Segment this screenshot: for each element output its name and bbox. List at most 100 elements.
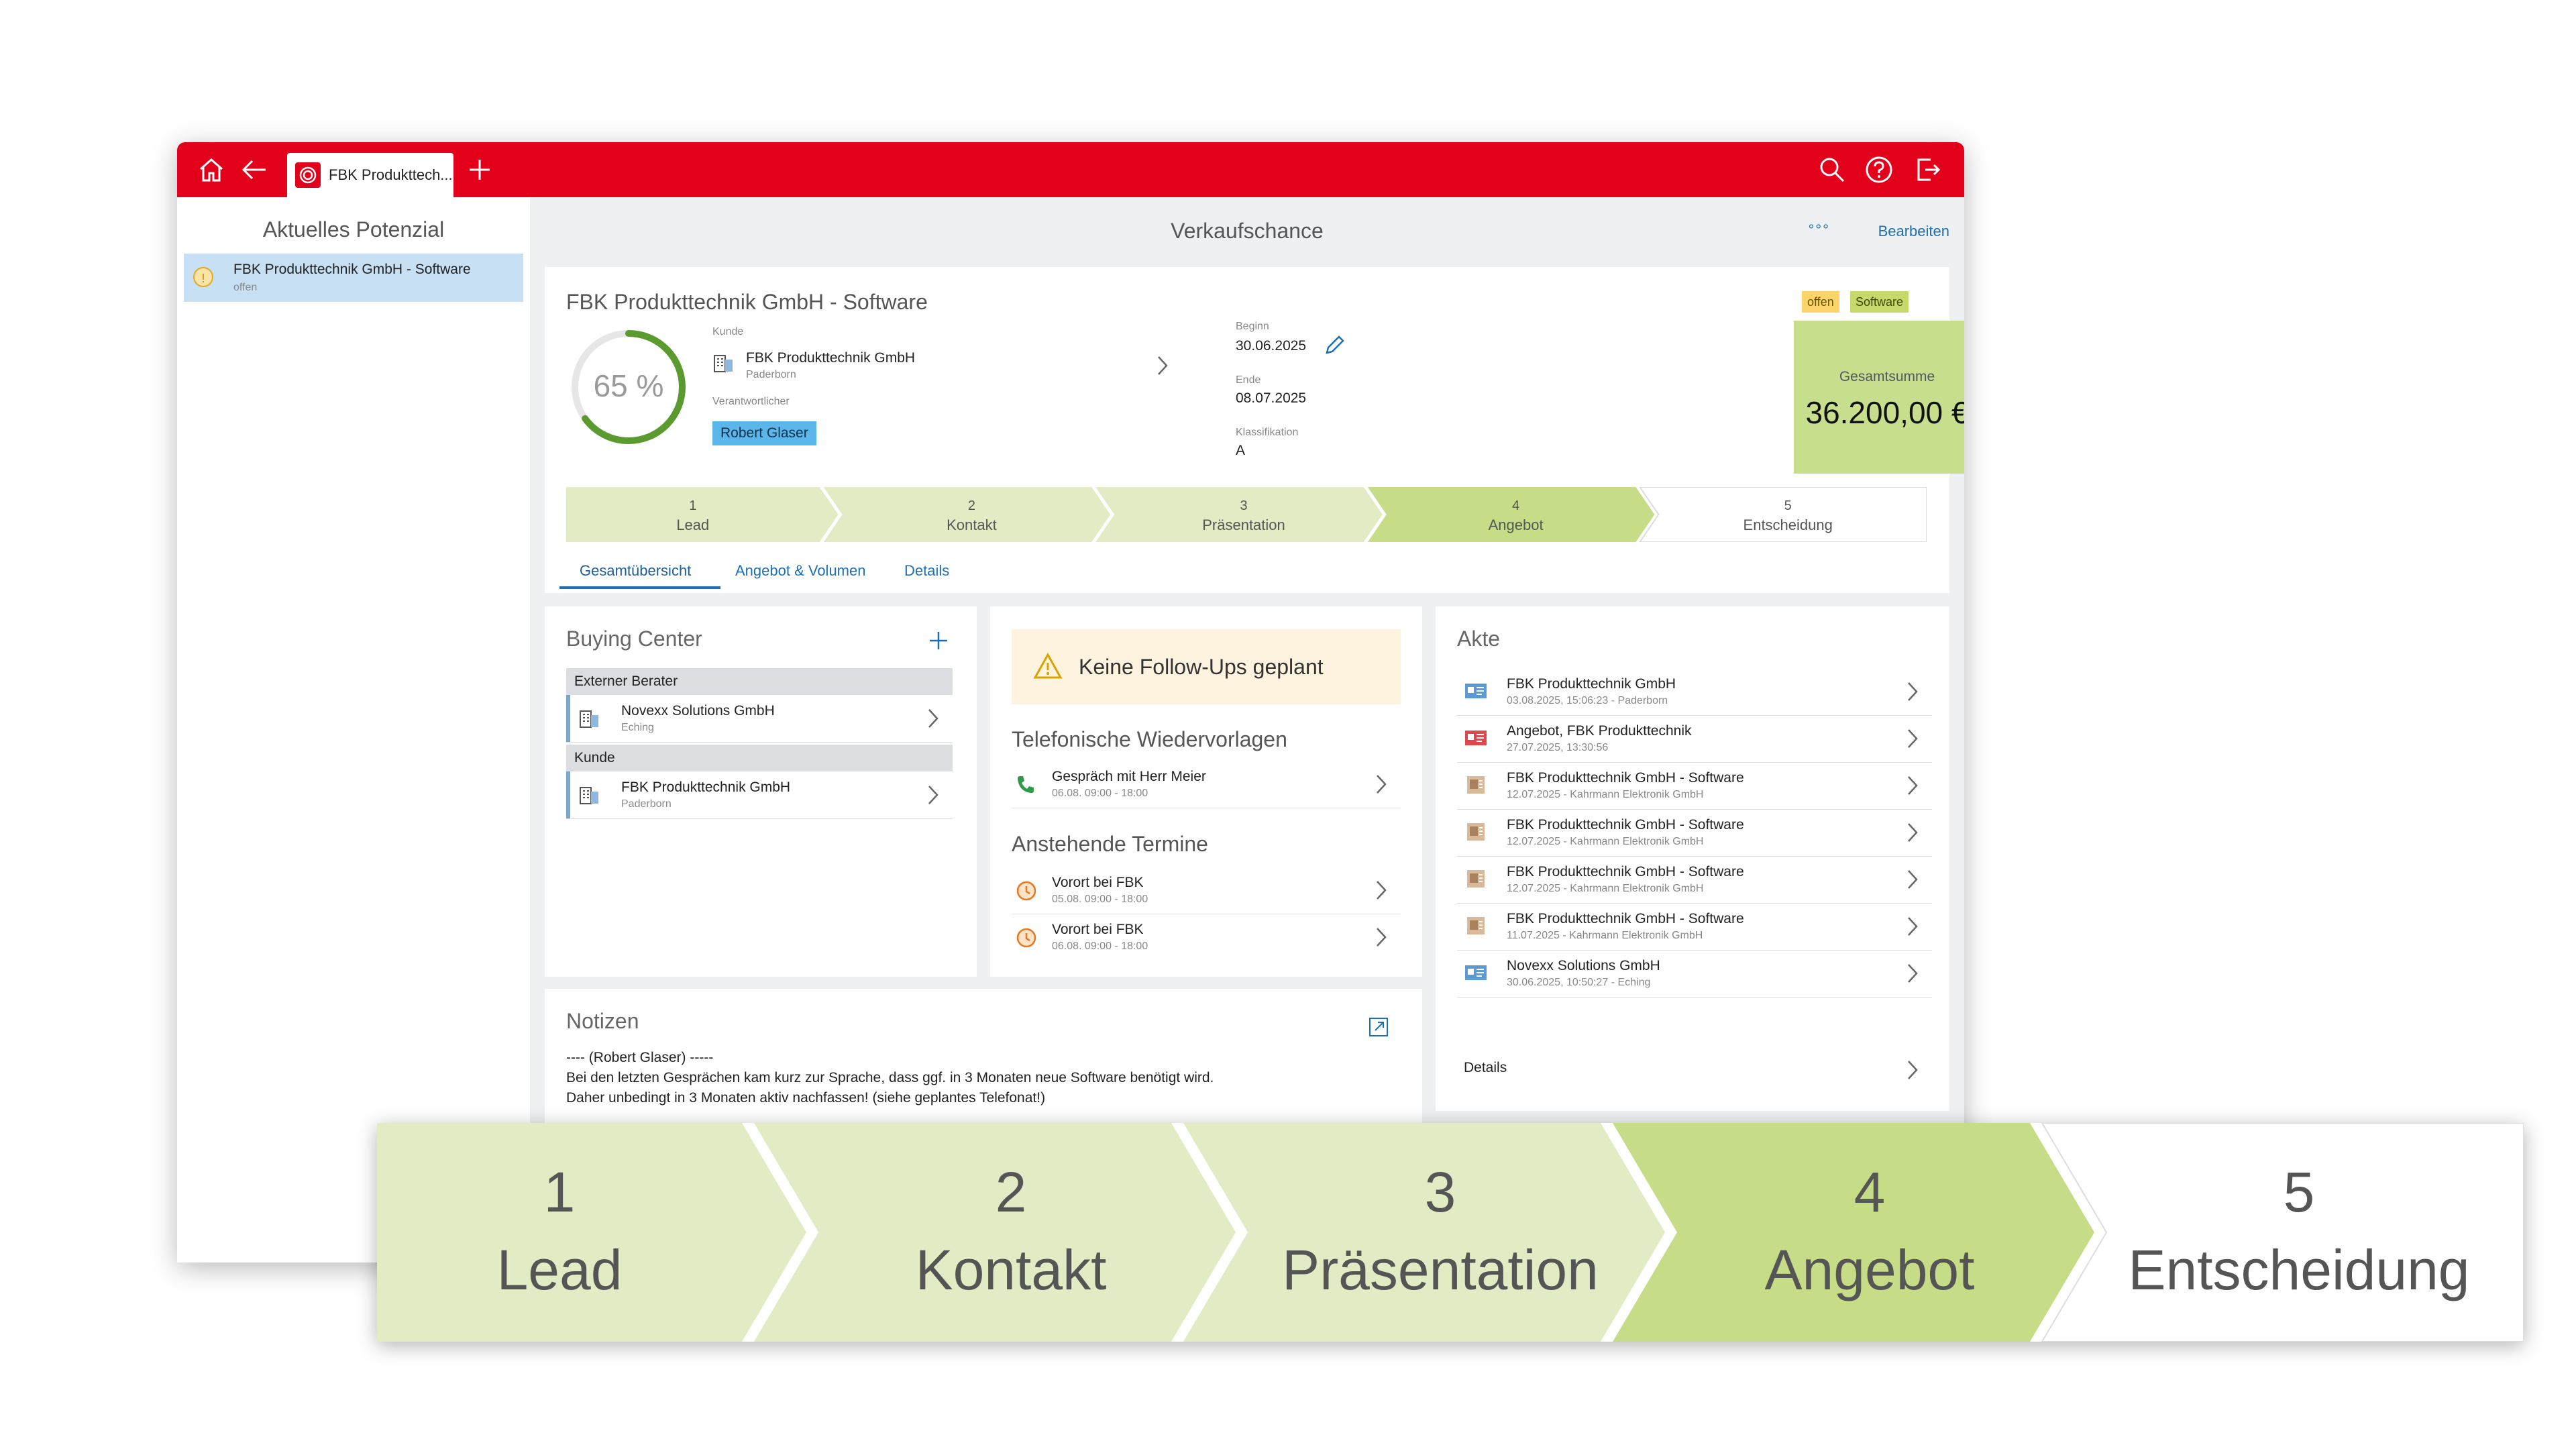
stage-label: Angebot — [1489, 517, 1544, 533]
appointments-section-title: Anstehende Termine — [1012, 832, 1208, 856]
chevron-right-icon[interactable] — [926, 707, 941, 730]
end-label: Ende — [1236, 374, 1261, 386]
akte-card: Akte FBK Produkttechnik GmbH 03.08.2025, … — [1436, 606, 1949, 1111]
chevron-right-icon[interactable] — [1905, 727, 1920, 750]
stage-label: Entscheidung — [1743, 517, 1833, 533]
stage-number: 4 — [1854, 1161, 1886, 1224]
akte-details-label: Details — [1464, 1060, 1507, 1075]
akte-item[interactable]: FBK Produkttechnik GmbH - Software 11.07.… — [1457, 903, 1932, 951]
sales-stage-callout: 1 Lead 2 Kontakt 3 Präsentation 4 Angebot 5 Entsc… — [377, 1122, 2524, 1342]
akte-item-meta: 30.06.2025, 10:50:27 - Eching — [1507, 977, 1651, 988]
chevron-right-icon[interactable] — [1374, 879, 1389, 902]
akte-item[interactable]: FBK Produkttechnik GmbH - Software 12.07.… — [1457, 762, 1932, 810]
chevron-right-icon[interactable] — [1905, 680, 1920, 703]
status-badge: ! — [193, 267, 213, 287]
owner-badge[interactable]: Robert Glaser — [712, 421, 816, 445]
stage-step-4[interactable] — [1613, 1123, 2094, 1342]
sidebar-title: Aktuelles Potenzial — [262, 217, 445, 241]
stage-label: Kontakt — [947, 517, 997, 533]
more-options-button[interactable]: °°° — [1809, 221, 1830, 239]
total-sum-label: Gesamtsumme — [1839, 369, 1935, 384]
tab-title: FBK Produkttech... — [329, 166, 453, 183]
chevron-right-icon[interactable] — [1905, 1059, 1920, 1081]
opportunity-header-card: FBK Produkttechnik GmbH - Software 65 % … — [545, 267, 1964, 593]
sidebar: Aktuelles Potenzial ! FBK Produkttechnik… — [177, 197, 530, 1263]
stage-step-1[interactable] — [566, 487, 839, 542]
note-line: ---- (Robert Glaser) ----- — [566, 1050, 714, 1065]
tab-gesamtuebersicht[interactable]: Gesamtübersicht — [580, 562, 691, 580]
stage-step-1[interactable] — [377, 1123, 806, 1342]
akte-item-name: Angebot, FBK Produkttechnik — [1507, 723, 1692, 739]
call-time: 06.08. 09:00 - 18:00 — [1052, 788, 1148, 799]
search-icon[interactable] — [1817, 154, 1847, 185]
add-tab-icon[interactable] — [464, 154, 495, 185]
company-icon — [580, 787, 598, 804]
chevron-right-icon[interactable] — [1155, 354, 1170, 377]
owner-label: Verantwortlicher — [712, 396, 790, 407]
row-accent — [566, 695, 570, 742]
akte-item[interactable]: FBK Produkttechnik GmbH - Software 12.07.… — [1457, 809, 1932, 857]
customer-name[interactable]: FBK Produkttechnik GmbH — [746, 350, 915, 366]
chevron-right-icon[interactable] — [1905, 774, 1920, 797]
help-icon[interactable] — [1864, 154, 1894, 185]
tab-details[interactable]: Details — [904, 562, 949, 580]
akte-details-link[interactable]: Details — [1457, 1046, 1932, 1093]
opportunity-title: FBK Produkttechnik GmbH - Software — [566, 290, 928, 314]
main-panel: Verkaufschance °°° Bearbeiten FBK Produk… — [530, 197, 1964, 1263]
back-arrow-icon[interactable] — [239, 154, 270, 185]
row-accent — [566, 771, 570, 818]
akte-item[interactable]: FBK Produkttechnik GmbH 03.08.2025, 15:06… — [1457, 668, 1932, 716]
begin-date: 30.06.2025 — [1236, 338, 1307, 354]
stage-number: 1 — [689, 498, 696, 513]
page-title: Verkaufschance — [1171, 219, 1324, 243]
akte-item-name: FBK Produkttechnik GmbH — [1507, 676, 1676, 692]
customer-label: Kunde — [712, 326, 744, 337]
chevron-right-icon[interactable] — [1374, 926, 1389, 949]
list-item[interactable]: Vorort bei FBK 06.08. 09:00 - 18:00 — [1012, 915, 1401, 961]
tab-fbk-produkttechnik[interactable]: FBK Produkttech... — [287, 153, 453, 197]
list-item[interactable]: FBK Produkttechnik GmbH Paderborn — [566, 771, 953, 819]
chevron-right-icon[interactable] — [1905, 962, 1920, 985]
home-icon[interactable] — [196, 154, 227, 185]
app-window: FBK Produkttech... Aktuelles Potenzial !… — [177, 142, 1964, 1263]
buying-center-title: Buying Center — [566, 627, 702, 651]
list-item[interactable]: Gespräch mit Herr Meier 06.08. 09:00 - 1… — [1012, 762, 1401, 808]
sales-stage-bar: 1 Lead 2 Kontakt 3 Präsentation 4 Angebot 5 Entsc… — [566, 487, 1927, 542]
logout-icon[interactable] — [1912, 154, 1943, 185]
sidebar-item-label: FBK Produkttechnik GmbH - Software — [233, 262, 471, 277]
chevron-right-icon[interactable] — [1905, 821, 1920, 844]
akte-item[interactable]: Angebot, FBK Produkttechnik 27.07.2025, 1… — [1457, 715, 1932, 763]
pencil-icon[interactable] — [1323, 334, 1346, 357]
chevron-right-icon[interactable] — [1905, 915, 1920, 938]
stage-label: Präsentation — [1202, 517, 1285, 533]
appointment-clock-icon — [1016, 881, 1036, 901]
edit-button[interactable]: Bearbeiten — [1878, 223, 1949, 240]
list-item[interactable]: Vorort bei FBK 05.08. 09:00 - 18:00 — [1012, 868, 1401, 914]
add-contact-icon[interactable] — [927, 629, 950, 652]
stage-step-3[interactable] — [1183, 1123, 1665, 1342]
open-external-icon[interactable] — [1367, 1016, 1390, 1038]
tab-angebot-volumen[interactable]: Angebot & Volumen — [735, 562, 865, 580]
stage-step-2[interactable] — [823, 487, 1111, 542]
list-item[interactable]: Novexx Solutions GmbH Eching — [566, 695, 953, 743]
chevron-right-icon[interactable] — [1905, 868, 1920, 891]
contact-card-icon — [1464, 962, 1488, 983]
stage-step-2[interactable] — [754, 1123, 1236, 1342]
stage-step-4[interactable] — [1367, 487, 1655, 542]
top-bar: FBK Produkttech... — [177, 142, 1964, 197]
stage-step-5[interactable] — [2041, 1122, 2524, 1342]
sidebar-item-opportunity[interactable]: ! FBK Produkttechnik GmbH - Software off… — [184, 254, 523, 302]
notes-body: ---- (Robert Glaser) ----- Bei den letzt… — [566, 1048, 1214, 1108]
stage-step-3[interactable] — [1095, 487, 1383, 542]
total-sum-box: Gesamtsumme 36.200,00 € — [1794, 321, 1964, 474]
followups-card: Keine Follow-Ups geplant Telefonische Wi… — [990, 606, 1422, 977]
akte-item[interactable]: Novexx Solutions GmbH 30.06.2025, 10:50:2… — [1457, 950, 1932, 998]
contact-city: Paderborn — [621, 798, 672, 810]
total-sum-value: 36.200,00 € — [1805, 395, 1964, 430]
stage-step-5[interactable] — [1639, 487, 1927, 542]
akte-item[interactable]: FBK Produkttechnik GmbH - Software 12.07.… — [1457, 856, 1932, 904]
chevron-right-icon[interactable] — [926, 784, 941, 806]
begin-label: Beginn — [1236, 321, 1269, 332]
chevron-right-icon[interactable] — [1374, 773, 1389, 796]
appointment-time: 05.08. 09:00 - 18:00 — [1052, 894, 1148, 905]
